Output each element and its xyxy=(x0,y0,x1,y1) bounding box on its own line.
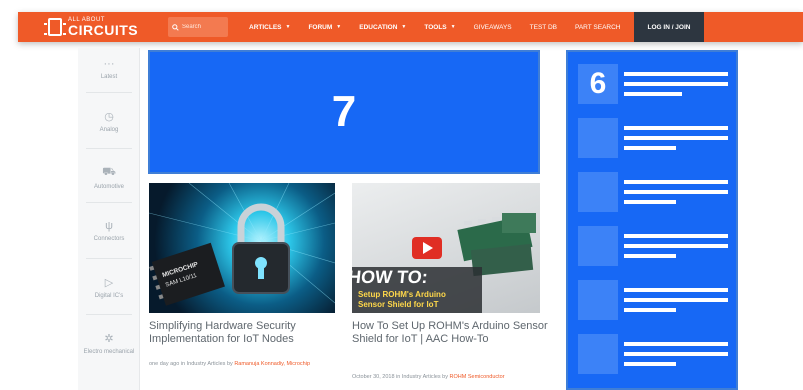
search-input[interactable] xyxy=(182,24,222,30)
chip-logo-icon xyxy=(44,18,66,36)
sidebar-divider xyxy=(86,202,132,203)
side-ad-row xyxy=(578,334,730,376)
svg-text:Sensor Shield for IoT: Sensor Shield for IoT xyxy=(358,300,439,309)
banner-ad-label: 7 xyxy=(331,87,357,136)
main-menu: ARTICLES ▼ FORUM ▼ EDUCATION ▼ TOOLS ▼ GIVEA… xyxy=(240,12,630,42)
padlock-icon: MICROCHIP SAM L10/11 xyxy=(149,183,335,306)
menu-education[interactable]: EDUCATION ▼ xyxy=(350,12,415,42)
menu-tools[interactable]: TOOLS ▼ xyxy=(415,12,464,42)
category-sidebar: ··· Latest ◷ Analog ⛟ Automotive ψ Conne… xyxy=(78,48,140,390)
logic-gate-icon: ▷ xyxy=(104,277,114,289)
site-logo[interactable]: ALL ABOUT CIRCUITS xyxy=(44,17,168,38)
sidebar-item-connectors[interactable]: ψ Connectors xyxy=(78,220,140,242)
sidebar-divider xyxy=(86,314,132,315)
svg-text:Setup ROHM's Arduino: Setup ROHM's Arduino xyxy=(358,290,446,299)
dots-icon: ··· xyxy=(103,58,115,70)
side-ad-row xyxy=(578,172,730,214)
side-ad-row xyxy=(578,118,730,160)
menu-giveaways[interactable]: GIVEAWAYS xyxy=(465,12,521,42)
menu-part-search[interactable]: PART SEARCH xyxy=(566,12,630,42)
sidebar-item-latest[interactable]: ··· Latest xyxy=(78,58,140,80)
gear-icon: ✲ xyxy=(104,333,114,345)
side-ad-placeholder[interactable]: 6 xyxy=(566,50,738,390)
chevron-down-icon: ▼ xyxy=(450,24,456,30)
banner-ad-placeholder[interactable]: 7 xyxy=(148,50,540,174)
author-link[interactable]: Ramanuja Konnadiy, Microchip xyxy=(234,361,310,367)
logo-big-text: CIRCUITS xyxy=(68,22,139,38)
article-thumbnail-security[interactable]: MICROCHIP SAM L10/11 xyxy=(149,183,335,313)
menu-test-db[interactable]: TEST DB xyxy=(521,12,566,42)
truck-icon: ⛟ xyxy=(102,166,116,178)
sidebar-divider xyxy=(86,258,132,259)
article-meta-security: one day ago in Industry Articles by Rama… xyxy=(149,361,311,367)
article-title-security[interactable]: Simplifying Hardware Security Implementa… xyxy=(149,320,335,346)
usb-icon: ψ xyxy=(105,220,113,232)
author-link[interactable]: ROHM Semiconductor xyxy=(450,374,505,380)
sidebar-item-electromechanical[interactable]: ✲ Electro mechanical xyxy=(78,332,140,355)
sidebar-item-digital-ics[interactable]: ▷ Digital IC's xyxy=(78,276,140,299)
side-ad-row xyxy=(578,280,730,322)
sensor-board-image: HOW TO: Setup ROHM's Arduino Sensor Shie… xyxy=(352,213,536,313)
chevron-down-icon: ▼ xyxy=(401,24,407,30)
menu-articles[interactable]: ARTICLES ▼ xyxy=(240,12,299,42)
article-title-how-to[interactable]: How To Set Up ROHM's Arduino Sensor Shie… xyxy=(352,320,548,346)
article-thumbnail-how-to[interactable]: HOW TO: Setup ROHM's Arduino Sensor Shie… xyxy=(352,183,540,313)
clock-icon: ◷ xyxy=(104,111,114,123)
login-join-button[interactable]: LOG IN / JOIN xyxy=(633,12,705,42)
svg-text:HOW TO:: HOW TO: xyxy=(352,267,429,287)
sidebar-item-automotive[interactable]: ⛟ Automotive xyxy=(78,166,140,190)
sidebar-divider xyxy=(86,92,132,93)
sidebar-item-analog[interactable]: ◷ Analog xyxy=(78,110,140,133)
chevron-down-icon: ▼ xyxy=(285,24,291,30)
search-box[interactable] xyxy=(168,17,228,37)
menu-forum[interactable]: FORUM ▼ xyxy=(299,12,350,42)
side-ad-row xyxy=(578,64,730,106)
sidebar-divider xyxy=(86,148,132,149)
top-navbar: ALL ABOUT CIRCUITS ARTICLES▼ FORUM▼ EDUC… xyxy=(18,12,803,42)
search-icon xyxy=(172,23,179,31)
chevron-down-icon: ▼ xyxy=(336,24,342,30)
article-meta-how-to: October 30, 2018 in Industry Articles by… xyxy=(352,374,505,380)
side-ad-row xyxy=(578,226,730,268)
